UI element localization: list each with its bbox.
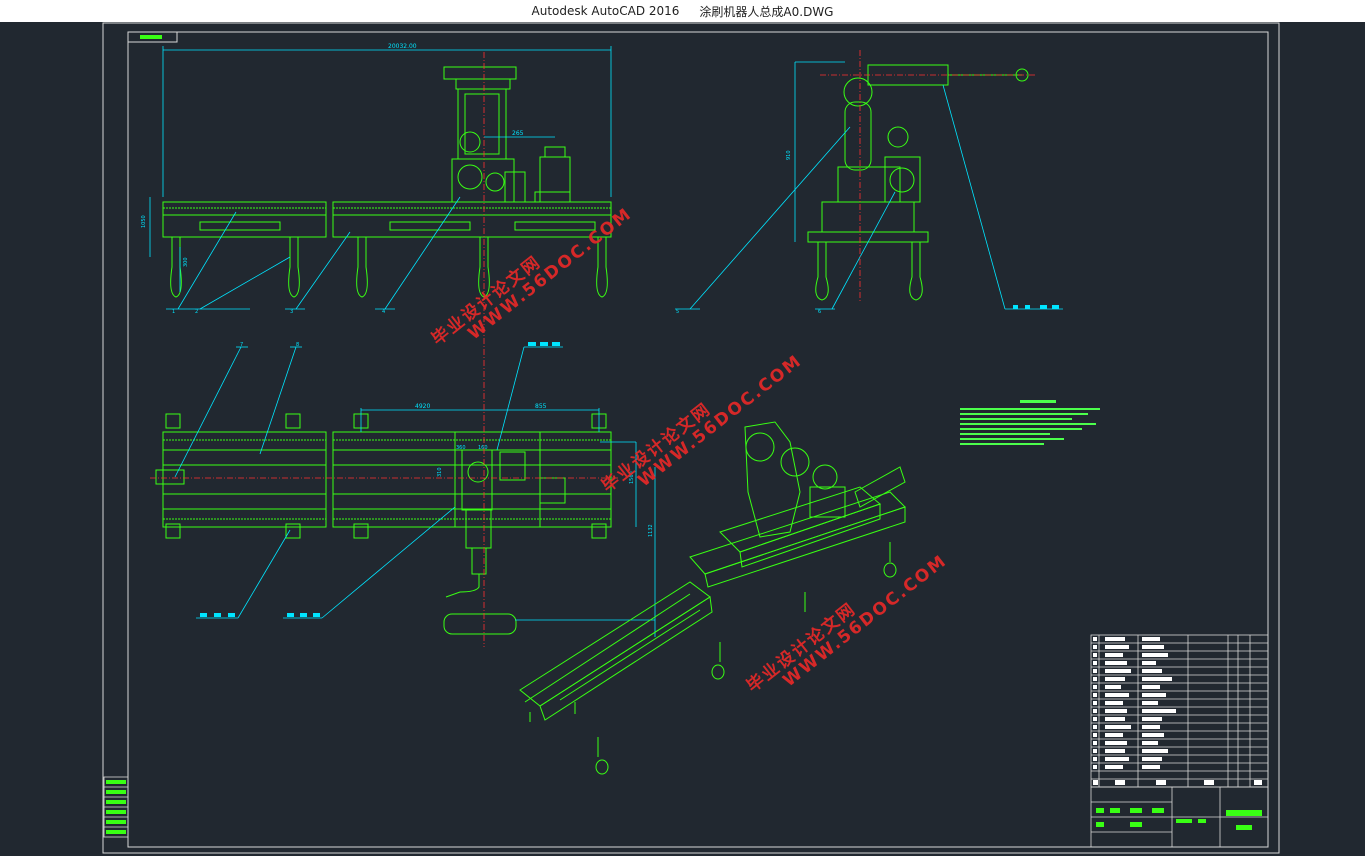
title-block-fields [106,780,1262,834]
plan-callout-mark [528,342,536,346]
sheet-tag-text [140,35,162,39]
app-name: Autodesk AutoCAD 2016 [531,4,680,18]
dim-side-height: 910 [786,150,792,160]
plan-callout-mark [200,613,207,617]
plan-callout-mark [540,342,548,346]
dim-plan-b: 855 [535,403,547,410]
part-label-4: 4 [382,309,385,315]
part-label-3: 3 [290,309,293,315]
plan-callout-mark [214,613,221,617]
title-block-headers [1093,780,1262,785]
dim-left-height: 1050 [141,215,147,228]
part-label-5: 5 [676,309,679,315]
dim-plan-a: 4920 [415,403,430,410]
side-callout-mark [1052,305,1059,309]
side-callout-mark [1013,305,1018,309]
window-title-bar: Autodesk AutoCAD 2016 涂刷机器人总成A0.DWG [0,0,1365,23]
plan-callout-mark [287,613,294,617]
dim-hook-height: 300 [183,257,189,267]
dim-plan-d: 160 [478,445,488,451]
dim-plan-c: 360 [456,445,466,451]
dim-plan-f: 310 [437,467,443,477]
side-view [807,64,1029,301]
file-name: 涂刷机器人总成A0.DWG [699,4,834,19]
plan-callout-mark [552,342,560,346]
plan-callout-mark [228,613,235,617]
technical-notes-lines [960,400,1100,445]
part-label-2: 2 [195,309,198,315]
dim-overall-length: 20032.00 [388,43,417,50]
plan-callout-mark [313,613,320,617]
plan-view-dimensions [174,346,656,637]
parts-list-entries [1093,637,1176,769]
part-label-6: 6 [818,309,821,315]
part-label-1: 1 [172,309,175,315]
side-view-dimensions [675,61,1063,310]
part-label-8: 8 [296,342,299,348]
dim-offset: 265 [512,130,524,137]
drawing-canvas[interactable]: 20032.00 1050 300 265 1 2 3 4 910 5 6 49… [0,22,1365,856]
plan-view [155,413,612,635]
part-label-7: 7 [240,342,243,348]
side-callout-mark [1040,305,1047,309]
side-callout-mark [1025,305,1030,309]
plan-callout-mark [300,613,307,617]
dim-plan-e: 1132 [648,524,654,537]
